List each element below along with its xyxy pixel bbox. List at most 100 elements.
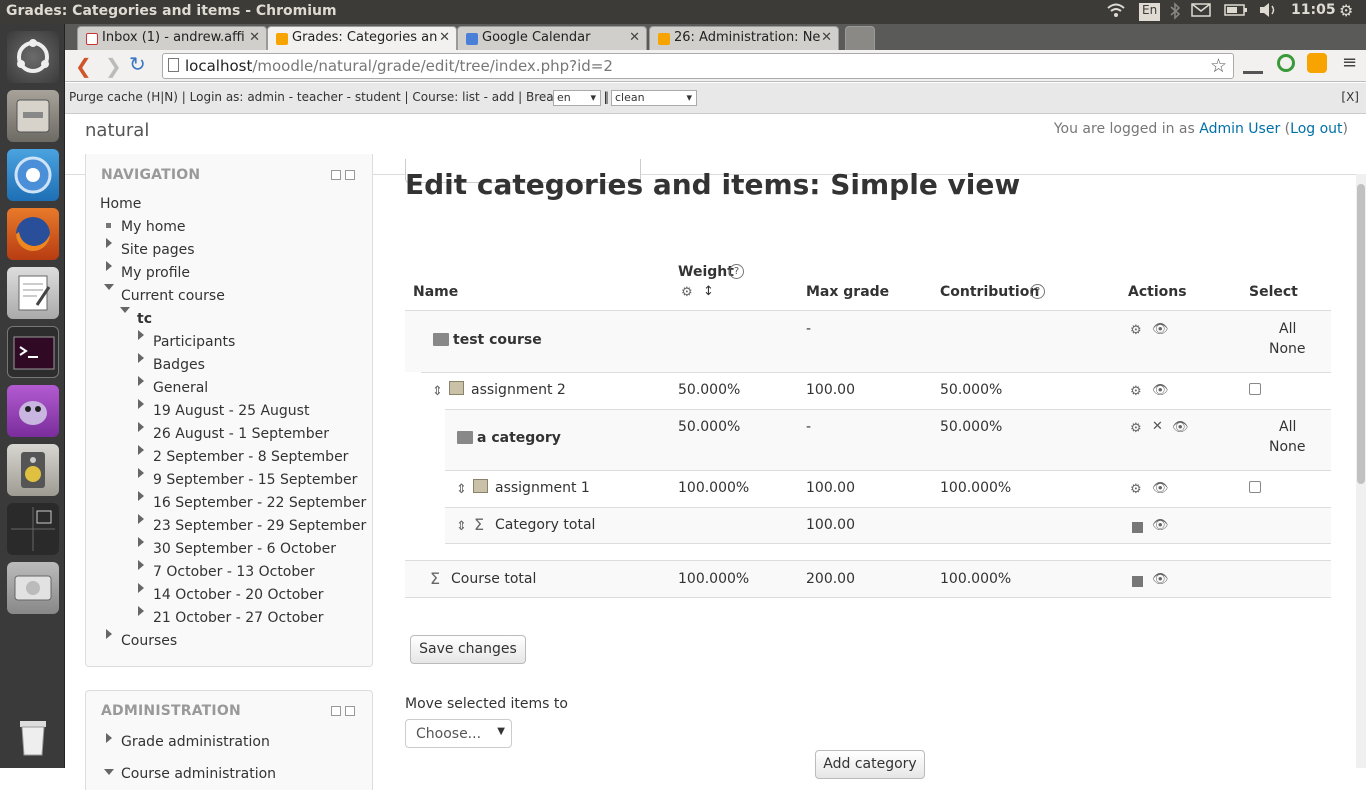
select-checkbox[interactable]	[1249, 481, 1261, 493]
scrollbar-thumb[interactable]	[1357, 184, 1365, 484]
admin-grade-administration[interactable]: Grade administration	[121, 734, 270, 750]
theme-select[interactable]: clean ▾	[611, 90, 697, 106]
nav-section[interactable]: 26 August - 1 September	[153, 426, 329, 442]
expand-icon[interactable]	[138, 514, 144, 524]
calculator-icon[interactable]	[1132, 522, 1143, 533]
dock-block-icon[interactable]	[345, 706, 355, 716]
expand-icon[interactable]	[138, 491, 144, 501]
sort-icon[interactable]: ↕	[703, 284, 714, 299]
login-teacher-link[interactable]: teacher	[297, 90, 343, 104]
extension-icon[interactable]	[1277, 54, 1295, 72]
eye-icon[interactable]: 👁	[1152, 572, 1169, 587]
add-category-button[interactable]: Add category	[815, 750, 925, 779]
expand-icon[interactable]	[138, 606, 144, 616]
nav-section[interactable]: 19 August - 25 August	[153, 403, 309, 419]
site-brand[interactable]: natural	[85, 120, 149, 141]
expand-icon[interactable]	[138, 468, 144, 478]
move-icon[interactable]: ⇕	[456, 482, 467, 497]
download-icon[interactable]	[1243, 56, 1263, 74]
admin-course-administration[interactable]: Course administration	[121, 766, 276, 782]
nav-participants[interactable]: Participants	[153, 334, 235, 350]
gear-icon[interactable]: ⚙	[1130, 384, 1142, 399]
help-icon[interactable]: ?	[729, 264, 744, 279]
nav-section[interactable]: 2 September - 8 September	[153, 449, 348, 465]
gear-icon[interactable]: ⚙	[681, 285, 693, 300]
delete-icon[interactable]: ✕	[1152, 419, 1163, 434]
clock[interactable]: 11:05	[1291, 2, 1336, 18]
collapse-icon[interactable]	[120, 307, 130, 313]
eye-icon[interactable]: 👁	[1152, 518, 1169, 533]
nav-badges[interactable]: Badges	[153, 357, 205, 373]
menu-icon[interactable]: ≡	[1342, 52, 1357, 73]
save-changes-button[interactable]: Save changes	[410, 635, 526, 664]
settings-gear-icon[interactable]: ⚙	[1339, 1, 1353, 20]
nav-section[interactable]: 9 September - 15 September	[153, 472, 357, 488]
nav-current-course[interactable]: Current course	[121, 288, 225, 304]
tab-inbox[interactable]: Inbox (1) - andrew.affi ✕	[77, 26, 267, 50]
close-tab-icon[interactable]: ✕	[821, 30, 832, 45]
course-add-link[interactable]: add	[492, 90, 515, 104]
bluetooth-icon[interactable]	[1169, 2, 1181, 24]
close-devbar-button[interactable]: [X]	[1341, 90, 1359, 104]
nav-section[interactable]: 21 October - 27 October	[153, 610, 324, 626]
terminal-icon[interactable]	[7, 326, 59, 378]
dock-block-icon[interactable]	[345, 170, 355, 180]
nav-courses[interactable]: Courses	[121, 633, 177, 649]
nav-section[interactable]: General	[153, 380, 208, 396]
select-none-link[interactable]: None	[1269, 341, 1306, 357]
expand-icon[interactable]	[106, 733, 112, 743]
login-admin-link[interactable]: admin	[247, 90, 285, 104]
chromium-icon[interactable]	[7, 149, 59, 201]
help-icon[interactable]: ?	[1030, 284, 1045, 299]
select-all-link[interactable]: All	[1279, 419, 1296, 435]
volume-icon[interactable]	[1258, 2, 1278, 22]
page-scrollbar[interactable]	[1356, 174, 1366, 768]
move-icon[interactable]: ⇕	[432, 384, 443, 399]
collapse-block-icon[interactable]	[331, 170, 341, 180]
expand-icon[interactable]	[138, 376, 144, 386]
reload-icon[interactable]: ↻	[129, 52, 146, 76]
language-select[interactable]: en ▾	[553, 90, 601, 106]
keyboard-layout-indicator[interactable]: En	[1139, 3, 1161, 21]
back-icon[interactable]: ❮	[75, 54, 92, 78]
moodle-extension-icon[interactable]	[1307, 53, 1327, 73]
pidgin-icon[interactable]	[7, 385, 59, 437]
files-icon[interactable]	[7, 90, 59, 142]
nav-course-tc[interactable]: tc	[137, 311, 152, 327]
nav-my-home[interactable]: My home	[121, 219, 186, 235]
login-student-link[interactable]: student	[355, 90, 401, 104]
expand-icon[interactable]	[138, 583, 144, 593]
nav-section[interactable]: 30 September - 6 October	[153, 541, 336, 557]
nav-my-profile[interactable]: My profile	[121, 265, 190, 281]
expand-icon[interactable]	[106, 238, 112, 248]
collapse-icon[interactable]	[104, 284, 114, 290]
gear-icon[interactable]: ⚙	[1130, 323, 1142, 338]
firefox-icon[interactable]	[7, 208, 59, 260]
eye-icon[interactable]: 👁	[1152, 322, 1169, 337]
nav-section[interactable]: 14 October - 20 October	[153, 587, 324, 603]
grade-item-name[interactable]: assignment 1	[495, 480, 590, 496]
battery-icon[interactable]	[1224, 2, 1248, 22]
expand-icon[interactable]	[138, 445, 144, 455]
calculator-icon[interactable]	[1132, 576, 1143, 587]
tab-administration[interactable]: 26: Administration: Ne ✕	[649, 26, 839, 50]
close-tab-icon[interactable]: ✕	[629, 30, 640, 45]
mail-icon[interactable]	[1191, 2, 1211, 22]
purge-cache-link[interactable]: Purge cache (H|N)	[69, 90, 178, 104]
grade-item-name[interactable]: assignment 2	[471, 382, 566, 398]
nav-section[interactable]: 16 September - 22 September	[153, 495, 366, 511]
tab-grades[interactable]: Grades: Categories an ✕	[267, 26, 457, 50]
wifi-icon[interactable]	[1106, 2, 1126, 22]
gear-icon[interactable]: ⚙	[1130, 421, 1142, 436]
forward-icon[interactable]: ❯	[105, 54, 122, 78]
expand-icon[interactable]	[138, 422, 144, 432]
select-all-link[interactable]: All	[1279, 321, 1296, 337]
bookmark-star-icon[interactable]: ☆	[1210, 55, 1227, 77]
move-target-select[interactable]: Choose... ▼	[405, 719, 512, 748]
gear-icon[interactable]: ⚙	[1130, 482, 1142, 497]
expand-icon[interactable]	[106, 629, 112, 639]
collapse-icon[interactable]	[104, 769, 114, 775]
ubuntu-dash-icon[interactable]	[7, 31, 59, 83]
select-none-link[interactable]: None	[1269, 439, 1306, 455]
new-tab-button[interactable]	[845, 26, 875, 50]
